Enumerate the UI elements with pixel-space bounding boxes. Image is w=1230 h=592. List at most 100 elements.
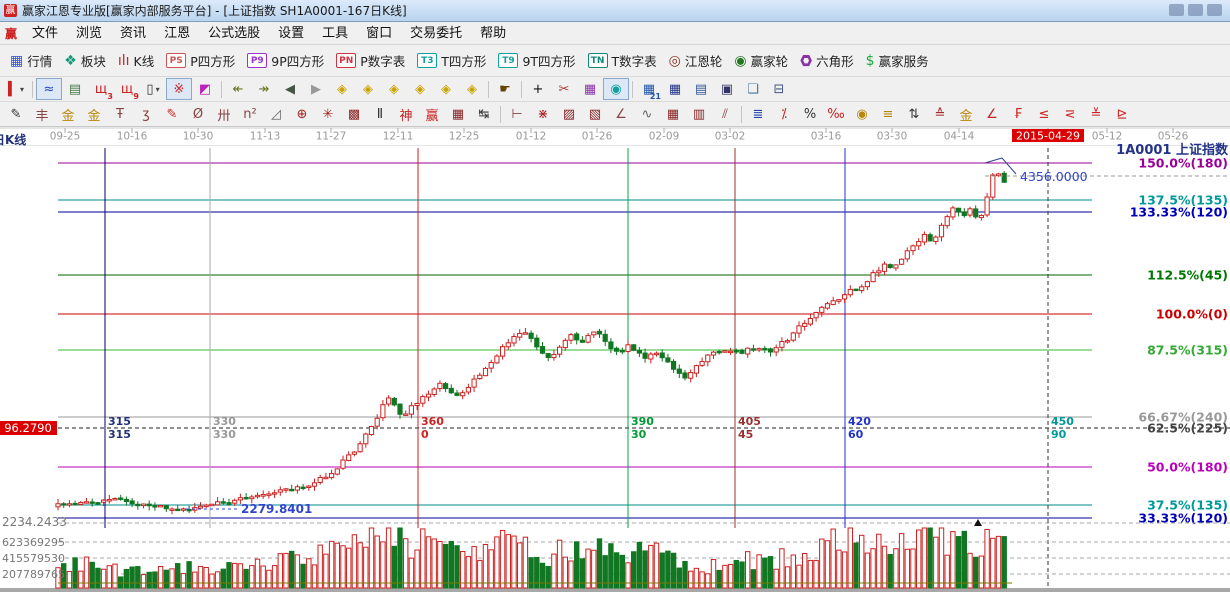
notes-button[interactable]: ▤	[688, 78, 714, 100]
draw-gold-2-button[interactable]: 金	[81, 103, 107, 125]
draw-shade-2-button[interactable]: ▧	[582, 103, 608, 125]
draw-circle-button[interactable]: Ø	[185, 103, 211, 125]
draw-spiral-button[interactable]: ʒ	[133, 103, 159, 125]
goto-first-button[interactable]: ↞	[225, 78, 251, 100]
zoom-both-button[interactable]: ◈	[407, 78, 433, 100]
draw-web-button[interactable]: ▩	[341, 103, 367, 125]
toolbar-kline-button[interactable]: ılı K线	[112, 49, 160, 73]
toolbar-t-number-table-button[interactable]: TN T数字表	[582, 49, 663, 73]
chart-area[interactable]: 09-25 10-16 10-30 11-13 11-27 12-11 12-25 01-12…	[0, 127, 1230, 592]
menu-item-formula-picker[interactable]: 公式选股	[199, 23, 269, 44]
calendar-button[interactable]: ▦ 21	[636, 78, 662, 102]
draw-speed-4-button[interactable]: ⊵	[1109, 103, 1135, 125]
draw-f-button[interactable]: Ŧ	[107, 103, 133, 125]
split-3-button[interactable]: щ3	[88, 78, 114, 102]
draw-grid-2-button[interactable]: ▦	[660, 103, 686, 125]
save-button[interactable]: ▣	[714, 78, 740, 100]
draw-ticks-button[interactable]: 卅	[211, 103, 237, 125]
toolbar-winner-wheel-button[interactable]: ◉ 赢家轮	[728, 49, 794, 73]
zoom-left-button[interactable]: ◈	[329, 78, 355, 100]
toolbar-p-number-table-button[interactable]: PN P数字表	[330, 49, 411, 73]
snapshot-button[interactable]: ❏	[740, 78, 766, 100]
draw-lines-button[interactable]: ⫽	[712, 103, 738, 125]
draw-gold-circle-button[interactable]: ◉	[849, 103, 875, 125]
draw-frame-button[interactable]: ⊢	[504, 103, 530, 125]
drag-hand-button[interactable]: ☛	[492, 78, 518, 100]
toolbar-quote-button[interactable]: ▦ 行情	[4, 49, 58, 73]
draw-grid-1-button[interactable]: 丰	[29, 103, 55, 125]
draw-angle-flag-button[interactable]: ◿	[263, 103, 289, 125]
toolbar-hexagon-button[interactable]: 六角形	[794, 49, 860, 73]
menu-item-browse[interactable]: 浏览	[67, 23, 111, 44]
draw-angle-button[interactable]: ∠	[608, 103, 634, 125]
draw-trend-j-button[interactable]: ∠	[979, 103, 1005, 125]
draw-pct-band-button[interactable]: ⁒	[771, 103, 797, 125]
draw-speed-2-button[interactable]: ⋜	[1057, 103, 1083, 125]
zoom-right-button[interactable]: ◈	[355, 78, 381, 100]
toolbar-p-square-button[interactable]: PS P四方形	[160, 49, 241, 73]
draw-list-button[interactable]: ≣	[745, 103, 771, 125]
toolbar-9t-square-button[interactable]: T9 9T四方形	[492, 49, 581, 73]
page-prev-button[interactable]: ◀	[277, 78, 303, 100]
draw-fan-button[interactable]: ⋇	[530, 103, 556, 125]
kline-style-select-button[interactable]: ▍ ▾	[3, 78, 29, 100]
zoom-all-button[interactable]: ◈	[433, 78, 459, 100]
minimize-button[interactable]	[1169, 4, 1184, 16]
draw-ying-button[interactable]: 赢	[419, 103, 445, 125]
close-button[interactable]	[1207, 4, 1222, 16]
info-panel-button[interactable]: ▤	[62, 78, 88, 100]
draw-pen-button[interactable]: ✎	[3, 103, 29, 125]
draw-marks-button[interactable]: Ⅱ	[367, 103, 393, 125]
toolbar-sector-button[interactable]: ❖ 板块	[58, 49, 112, 73]
gann-tool-a-button[interactable]: ▦	[577, 78, 603, 100]
toolbar-9p-square-button[interactable]: P9 9P四方形	[241, 49, 330, 73]
page-next-button[interactable]: ▶	[303, 78, 329, 100]
split-9-button[interactable]: щ9	[114, 78, 140, 102]
menu-item-window[interactable]: 窗口	[357, 23, 401, 44]
menu-item-news[interactable]: 资讯	[111, 23, 155, 44]
draw-gold-1-button[interactable]: 金	[55, 103, 81, 125]
draw-pen-red-button[interactable]: ✎	[159, 103, 185, 125]
goto-last-button[interactable]: ↠	[251, 78, 277, 100]
color-kline-button[interactable]: ◩	[192, 78, 218, 100]
toolbar-gann-wheel-button[interactable]: ◎ 江恩轮	[663, 49, 729, 73]
draw-pct-button[interactable]: %	[797, 103, 823, 125]
draw-trend-f-button[interactable]: ₣	[1005, 103, 1031, 125]
draw-speed-3-button[interactable]: ≚	[1083, 103, 1109, 125]
zoom-fit-button[interactable]: ◈	[459, 78, 485, 100]
draw-star-button[interactable]: ✳	[315, 103, 341, 125]
maximize-button[interactable]	[1188, 4, 1203, 16]
draw-permille-button[interactable]: ‰	[823, 103, 849, 125]
draw-shen-button[interactable]: 神	[393, 103, 419, 125]
draw-n2-button[interactable]: n²	[237, 103, 263, 125]
menu-item-gann[interactable]: 江恩	[155, 23, 199, 44]
overlay-curve-button[interactable]: ≈	[36, 78, 62, 100]
draw-gold-lines-button[interactable]: ≡	[875, 103, 901, 125]
calculator-button[interactable]: ▦	[662, 78, 688, 100]
menu-item-file[interactable]: 文件	[23, 23, 67, 44]
toolbar-winner-service-button[interactable]: $ 赢家服务	[860, 49, 935, 73]
draw-grid-3-button[interactable]: ▥	[686, 103, 712, 125]
measure-tool-button[interactable]: ✂	[551, 78, 577, 100]
gann-tool-b-button[interactable]: ◉	[603, 78, 629, 100]
draw-span-button[interactable]: ↹	[471, 103, 497, 125]
crosshair-button[interactable]: +	[525, 78, 551, 100]
toolbar-t-square-button[interactable]: T3 T四方形	[411, 49, 492, 73]
draw-ruler-button[interactable]: ▦	[445, 103, 471, 125]
kline-chart-canvas[interactable]: 09-25 10-16 10-30 11-13 11-27 12-11 12-25 01-12…	[0, 127, 1230, 592]
draw-wave-button[interactable]: ∿	[634, 103, 660, 125]
draw-gold-3-button[interactable]: 金	[953, 103, 979, 125]
draw-shade-1-button[interactable]: ▨	[556, 103, 582, 125]
menu-item-help[interactable]: 帮助	[471, 23, 515, 44]
menu-item-settings[interactable]: 设置	[269, 23, 313, 44]
pattern-mark-button[interactable]: ※	[166, 78, 192, 100]
draw-wave-band-button[interactable]: ≙	[927, 103, 953, 125]
menu-item-tools[interactable]: 工具	[313, 23, 357, 44]
draw-target-button[interactable]: ⊕	[289, 103, 315, 125]
zoom-horizontal-button[interactable]: ◈	[381, 78, 407, 100]
menu-item-trade[interactable]: 交易委托	[401, 23, 471, 44]
draw-speed-1-button[interactable]: ≤	[1031, 103, 1057, 125]
print-button[interactable]: ⊟	[766, 78, 792, 100]
draw-updown-button[interactable]: ⇅	[901, 103, 927, 125]
candle-type-button[interactable]: ▯ ▾	[140, 78, 166, 100]
